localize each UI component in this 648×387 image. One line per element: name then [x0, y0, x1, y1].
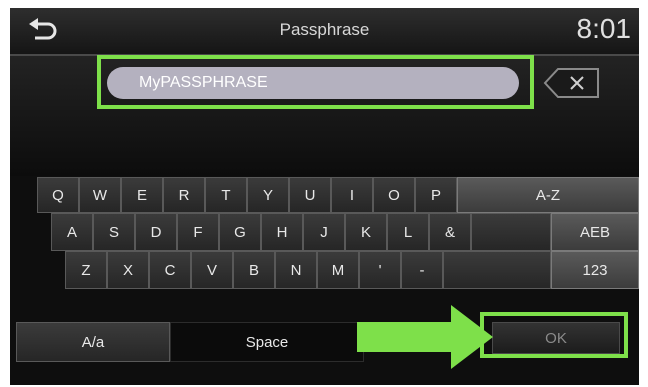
key-o[interactable]: O [373, 177, 415, 213]
key-c[interactable]: C [149, 251, 191, 289]
key-e[interactable]: E [121, 177, 163, 213]
backspace-button[interactable] [542, 66, 602, 100]
key-x[interactable]: X [107, 251, 149, 289]
key-123[interactable]: 123 [551, 251, 639, 289]
key-a[interactable]: A [51, 213, 93, 251]
ok-highlight-box [480, 312, 628, 358]
clock: 8:01 [576, 13, 632, 44]
page-title: Passphrase [279, 20, 370, 39]
key-row2-blank [471, 213, 551, 251]
key-ampersand[interactable]: & [429, 213, 471, 251]
key-y[interactable]: Y [247, 177, 289, 213]
input-highlight-box [97, 55, 534, 109]
key-k[interactable]: K [345, 213, 387, 251]
key-d[interactable]: D [135, 213, 177, 251]
key-j[interactable]: J [303, 213, 345, 251]
key-w[interactable]: W [79, 177, 121, 213]
key-s[interactable]: S [93, 213, 135, 251]
key-p[interactable]: P [415, 177, 457, 213]
key-case-toggle[interactable]: A/a [16, 322, 170, 362]
header-bar: Passphrase 8:01 [10, 8, 639, 56]
key-t[interactable]: T [205, 177, 247, 213]
green-arrow-icon [357, 305, 493, 369]
key-r[interactable]: R [163, 177, 205, 213]
key-a-z[interactable]: A-Z [457, 177, 639, 213]
key-z[interactable]: Z [65, 251, 107, 289]
key-q[interactable]: Q [37, 177, 79, 213]
key-space[interactable]: Space [170, 322, 364, 362]
key-i[interactable]: I [331, 177, 373, 213]
key-g[interactable]: G [219, 213, 261, 251]
key-b[interactable]: B [233, 251, 275, 289]
key-aeb[interactable]: AEB [551, 213, 639, 251]
key-h[interactable]: H [261, 213, 303, 251]
key-hyphen[interactable]: - [401, 251, 443, 289]
key-f[interactable]: F [177, 213, 219, 251]
key-row3-blank [443, 251, 551, 289]
key-m[interactable]: M [317, 251, 359, 289]
key-l[interactable]: L [387, 213, 429, 251]
key-u[interactable]: U [289, 177, 331, 213]
key-v[interactable]: V [191, 251, 233, 289]
key-apostrophe[interactable]: ' [359, 251, 401, 289]
backspace-icon [543, 68, 599, 98]
key-n[interactable]: N [275, 251, 317, 289]
